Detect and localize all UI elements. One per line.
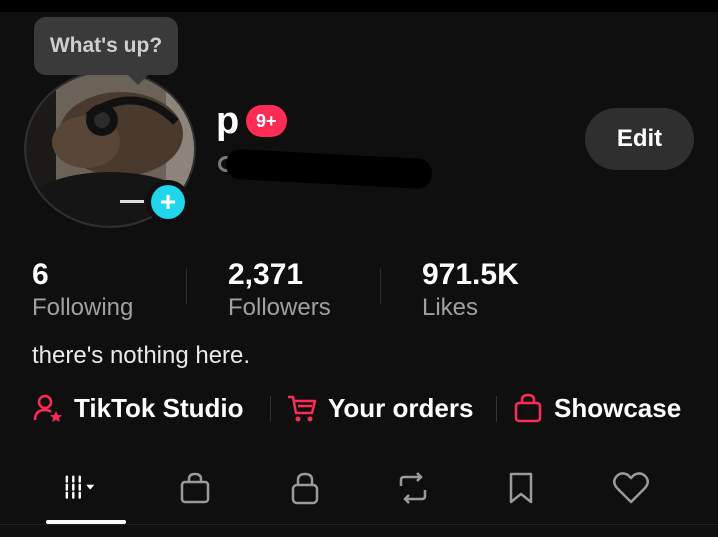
stat-label: Following [32,294,134,321]
edit-profile-button[interactable]: Edit [585,108,694,170]
add-avatar-button[interactable]: + [146,180,190,224]
stat-value: 971.5K [422,258,519,291]
tiktok-studio-link[interactable]: TikTok Studio [32,392,243,424]
divider [0,524,718,525]
your-orders-link[interactable]: Your orders [286,392,473,424]
plus-icon: + [151,185,185,219]
stat-following[interactable]: 6 Following [32,258,133,324]
quick-link-label: Showcase [554,392,682,423]
tab-reposts[interactable] [388,466,438,510]
bookmark-icon [509,472,533,504]
tab-shop[interactable] [170,466,220,510]
divider [186,268,187,304]
tab-favorites[interactable] [496,466,546,510]
redacted-username [225,148,433,190]
divider [380,268,381,304]
repost-icon [399,472,427,504]
profile-bio: there's nothing here. [32,342,251,369]
stat-value: 6 [32,258,49,291]
stat-label: Followers [228,294,331,321]
tab-videos[interactable] [62,466,112,510]
status-bubble[interactable]: What's up? [34,17,178,85]
divider [496,396,497,422]
lock-icon [291,472,319,505]
stat-label: Likes [422,294,479,321]
tab-liked[interactable] [606,466,656,510]
showcase-link[interactable]: Showcase [512,392,681,424]
shopping-bag-icon [180,472,210,504]
heart-icon [613,472,649,504]
grid-icon [65,475,95,499]
shopping-bag-icon [514,393,542,423]
quick-link-label: TikTok Studio [74,392,244,423]
profile-name: p [216,100,240,142]
stat-likes[interactable]: 971.5K Likes [422,258,519,324]
chevron-down-icon [86,484,95,490]
stat-value: 2,371 [228,258,304,291]
status-bar [0,0,718,12]
quick-link-label: Your orders [328,392,474,423]
divider [270,396,271,422]
cart-icon [288,395,317,422]
stat-followers[interactable]: 2,371 Followers [228,258,331,324]
tab-private[interactable] [280,466,330,510]
creator-star-icon [33,394,62,422]
notification-badge[interactable]: 9+ [246,105,287,137]
